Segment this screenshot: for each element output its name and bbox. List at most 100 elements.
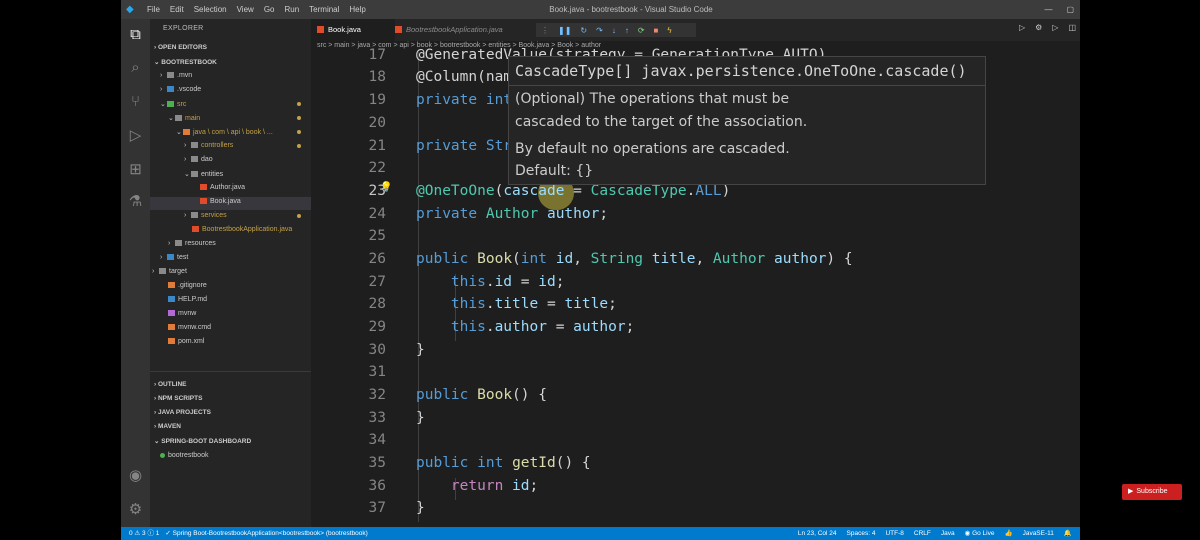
tree-item-mvn[interactable]: › .mvn (160, 72, 192, 79)
menu-view[interactable]: View (237, 5, 254, 14)
tree-item-services[interactable]: › services (184, 212, 227, 219)
restart-icon[interactable]: ↻ (580, 26, 587, 35)
hover-signature: CascadeType[] javax.persistence.OneToOne… (515, 62, 967, 80)
pause-icon[interactable]: ❚❚ (558, 26, 571, 35)
tree-item-gitignore[interactable]: .gitignore (168, 282, 207, 289)
window-title: Book.java - bootrestbook - Visual Studio… (549, 5, 713, 14)
tree-item-entities[interactable]: ⌄ entities (184, 170, 223, 178)
notifications-icon[interactable]: 🔔 (1064, 527, 1072, 540)
hot-reload-icon[interactable]: ϟ (667, 26, 671, 35)
tree-item-vscode[interactable]: › .vscode (160, 86, 201, 93)
tree-item-bootrestbook-application[interactable]: BootrestbookApplication.java (192, 226, 292, 233)
code-line-35: public int getId() { (416, 455, 591, 471)
split-editor-icon[interactable]: ◫ (1068, 23, 1076, 32)
line-number: 21 (368, 138, 386, 154)
activity-bar: ⧉ ⌕ ⑂ ▷ ⊞ ⚗ ◉ ⚙ (121, 19, 150, 527)
dashboard-app-item[interactable]: bootrestbook (160, 452, 208, 459)
menu-run[interactable]: Run (284, 5, 299, 14)
code-line-32: public Book() { (416, 387, 547, 403)
java-file-icon (395, 26, 402, 33)
tree-item-test[interactable]: › test (160, 254, 188, 261)
explorer-icon[interactable]: ⧉ (125, 24, 146, 45)
line-number: 35 (368, 455, 386, 471)
language-mode[interactable]: Java (941, 527, 955, 540)
code-line-33: } (416, 410, 425, 426)
tab-bootrestbook-application[interactable]: BootrestbookApplication.java (389, 19, 535, 41)
account-icon[interactable]: ◉ (125, 465, 146, 486)
tree-item-controllers[interactable]: › controllers (184, 142, 233, 149)
step-into-icon[interactable]: ↓ (612, 26, 616, 35)
step-over-icon[interactable]: ↷ (596, 26, 603, 35)
run-icon[interactable]: ▷ (1019, 23, 1025, 32)
refresh-icon[interactable]: ⟳ (638, 26, 645, 35)
java-projects-section[interactable]: › JAVA PROJECTS (154, 409, 211, 416)
line-number: 26 (368, 251, 386, 267)
line-number: 24 (368, 206, 386, 222)
explorer-sidebar: EXPLORER › OPEN EDITORS ⌄ BOOTRESTBOOK ›… (150, 19, 311, 527)
lightbulb-icon[interactable]: 💡 (380, 182, 392, 193)
line-number: 23 (368, 183, 386, 199)
tree-item-help-md[interactable]: HELP.md (168, 296, 207, 303)
code-line-30: } (416, 342, 425, 358)
line-number: 20 (368, 115, 386, 131)
run-debug-icon[interactable]: ▷ (125, 125, 146, 146)
menu-file[interactable]: File (147, 5, 160, 14)
hover-tooltip: CascadeType[] javax.persistence.OneToOne… (508, 56, 986, 185)
minimize-icon[interactable]: — (1044, 0, 1052, 19)
tree-item-src[interactable]: ⌄ src (160, 100, 186, 108)
settings-gear-icon[interactable]: ⚙ (125, 499, 146, 520)
tree-item-mvnw[interactable]: mvnw (168, 310, 196, 317)
tree-item-mvnw-cmd[interactable]: mvnw.cmd (168, 324, 211, 331)
spring-boot-dashboard-section[interactable]: ⌄ SPRING-BOOT DASHBOARD (154, 437, 251, 445)
problems-indicator[interactable]: 0 ⚠ 3 ⓘ 1 (129, 527, 159, 540)
testing-icon[interactable]: ⚗ (125, 191, 146, 212)
step-out-icon[interactable]: ↑ (625, 26, 629, 35)
subscribe-button[interactable]: ▶ Subscribe (1122, 484, 1182, 500)
cursor-position[interactable]: Ln 23, Col 24 (798, 527, 837, 540)
menu-help[interactable]: Help (349, 5, 365, 14)
thumbs-up-icon[interactable]: 👍 (1004, 527, 1012, 540)
code-line-23: @OneToOne(cascade = CascadeType.ALL) (416, 183, 731, 199)
search-icon[interactable]: ⌕ (125, 57, 146, 78)
hover-doc-line: Default: {} (515, 163, 594, 179)
tree-item-pom-xml[interactable]: pom.xml (168, 338, 204, 345)
outline-section[interactable]: › OUTLINE (154, 381, 187, 388)
preview-icon[interactable]: ▷ (1052, 23, 1058, 32)
tree-item-dao[interactable]: › dao (184, 156, 213, 163)
project-section[interactable]: ⌄ BOOTRESTBOOK (154, 58, 217, 66)
tree-item-book-java[interactable]: Book.java (200, 198, 241, 205)
tree-item-resources[interactable]: › resources (168, 240, 216, 247)
tree-item-main[interactable]: ⌄ main (168, 114, 200, 122)
open-editors-section[interactable]: › OPEN EDITORS (154, 44, 207, 51)
tab-book-java[interactable]: Book.java (311, 19, 395, 41)
line-number: 32 (368, 387, 386, 403)
source-control-icon[interactable]: ⑂ (125, 91, 146, 112)
line-ending[interactable]: CRLF (914, 527, 931, 540)
go-live-button[interactable]: ◉ Go Live (965, 527, 995, 540)
tree-item-target[interactable]: › target (152, 268, 187, 275)
stop-icon[interactable]: ■ (654, 26, 659, 35)
code-line-28: this.title = title; (450, 296, 617, 312)
line-number: 29 (368, 319, 386, 335)
encoding[interactable]: UTF-8 (885, 527, 903, 540)
maximize-icon[interactable]: ▢ (1066, 0, 1074, 19)
tree-item-author-java[interactable]: Author.java (200, 184, 245, 191)
extensions-icon[interactable]: ⊞ (125, 159, 146, 180)
npm-scripts-section[interactable]: › NPM SCRIPTS (154, 395, 202, 402)
menu-go[interactable]: Go (264, 5, 275, 14)
indentation[interactable]: Spaces: 4 (847, 527, 876, 540)
menu-edit[interactable]: Edit (170, 5, 184, 14)
java-runtime[interactable]: JavaSE-11 (1023, 527, 1054, 540)
spring-boot-status[interactable]: ✓ Spring Boot-BootrestbookApplication<bo… (165, 527, 367, 540)
line-number: 17 (368, 47, 386, 63)
tree-item-java-package[interactable]: ⌄ java \ com \ api \ book \ ... (176, 128, 273, 136)
debug-icon[interactable]: ⚙ (1035, 23, 1042, 32)
menu-selection[interactable]: Selection (194, 5, 227, 14)
code-line-27: this.id = id; (450, 274, 565, 290)
drag-handle-icon[interactable]: ⋮ (541, 26, 549, 35)
hover-doc-line: (Optional) The operations that must be (515, 91, 790, 107)
maven-section[interactable]: › MAVEN (154, 423, 181, 430)
debug-toolbar: ⋮ ❚❚ ↻ ↷ ↓ ↑ ⟳ ■ ϟ (536, 23, 696, 37)
modified-dot (297, 214, 301, 218)
menu-terminal[interactable]: Terminal (309, 5, 339, 14)
